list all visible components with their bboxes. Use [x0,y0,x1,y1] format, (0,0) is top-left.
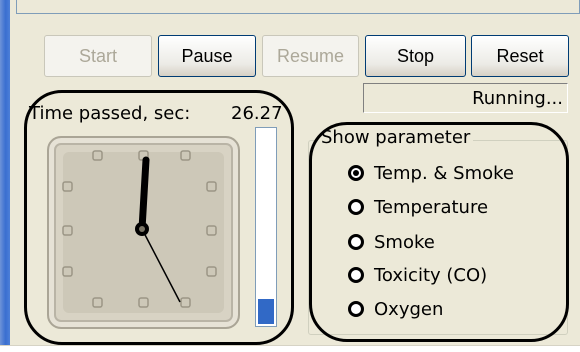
clock-marker [206,225,217,236]
clock-marker [180,297,191,308]
radio-button-icon[interactable] [348,199,364,215]
clock-marker [62,266,73,277]
clock-hub-center [139,226,145,232]
app-window: Start Pause Resume Stop Reset Running...… [0,0,580,352]
radio-button-icon[interactable] [348,165,364,181]
stop-button[interactable]: Stop [365,35,466,77]
radio-label: Oxygen [374,298,444,320]
radio-label: Temperature [374,196,489,218]
clock-marker [62,181,73,192]
time-passed-value: 26.27 [231,103,283,124]
radio-label: Temp. & Smoke [374,162,515,184]
analog-clock [47,136,240,329]
window-left-border [0,0,10,345]
resume-button[interactable]: Resume [262,35,359,77]
clock-marker [92,297,103,308]
radio-smoke[interactable]: Smoke [348,230,435,254]
clock-marker [180,150,191,161]
status-text: Running... [472,87,563,109]
clock-marker [138,297,149,308]
show-parameter-title: Show parameter [318,127,474,148]
radio-toxicity-co[interactable]: Toxicity (CO) [348,263,487,287]
clock-second-hand [141,228,181,303]
top-panel-box [16,0,580,14]
time-progress-bar [255,127,277,327]
clock-marker [62,225,73,236]
radio-label: Smoke [374,231,435,253]
radio-button-icon[interactable] [348,301,364,317]
clock-marker [92,150,103,161]
start-button[interactable]: Start [44,35,152,77]
radio-button-icon[interactable] [348,267,364,283]
pause-button[interactable]: Pause [158,35,256,77]
clock-marker [206,266,217,277]
radio-label: Toxicity (CO) [374,264,488,286]
clock-marker [206,181,217,192]
time-passed-label: Time passed, sec: [29,103,191,124]
radio-temperature[interactable]: Temperature [348,195,488,219]
clock-hour-hand [138,156,150,233]
reset-button[interactable]: Reset [471,35,569,77]
radio-selected-dot [353,170,359,176]
radio-temp-smoke[interactable]: Temp. & Smoke [348,161,514,185]
radio-button-icon[interactable] [348,234,364,250]
status-field: Running... [363,83,568,113]
time-progress-fill [258,299,274,324]
clock-graphic [62,150,217,308]
radio-oxygen[interactable]: Oxygen [348,297,443,321]
